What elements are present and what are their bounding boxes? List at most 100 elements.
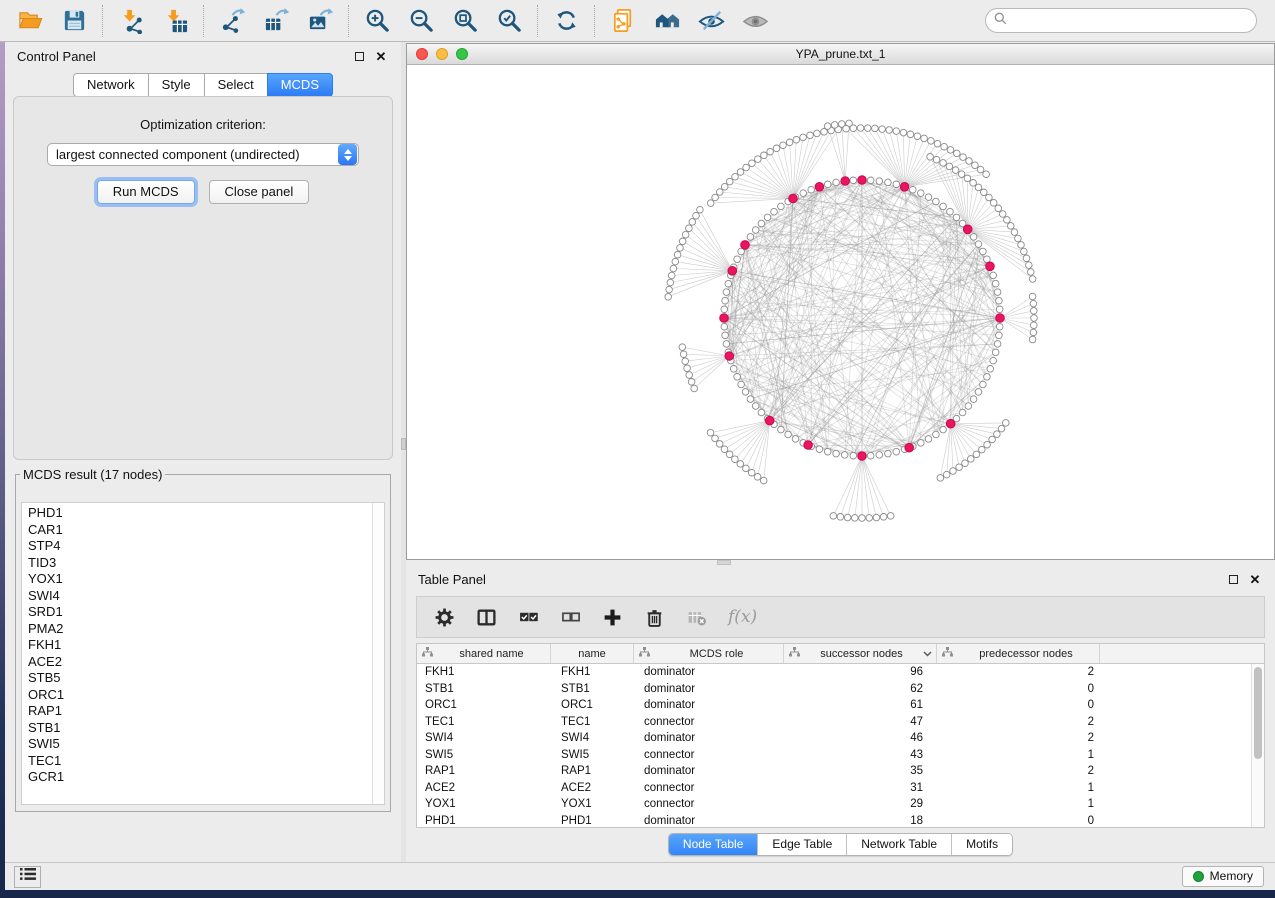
network-node[interactable] xyxy=(943,471,950,478)
table-scrollbar[interactable] xyxy=(1251,664,1264,827)
network-node[interactable] xyxy=(752,227,759,234)
network-node[interactable] xyxy=(780,142,787,149)
mcds-result-item[interactable]: CAR1 xyxy=(28,522,384,539)
network-node[interactable] xyxy=(824,123,831,130)
network-node[interactable] xyxy=(850,452,857,459)
network-node[interactable] xyxy=(786,139,793,146)
network-node[interactable] xyxy=(852,515,859,522)
network-node[interactable] xyxy=(933,431,940,438)
network-node[interactable] xyxy=(893,128,900,135)
network-node[interactable] xyxy=(927,154,934,161)
network-node[interactable] xyxy=(677,245,684,252)
network-node[interactable] xyxy=(900,129,907,136)
network-node[interactable] xyxy=(697,206,704,213)
network-node[interactable] xyxy=(773,145,780,152)
network-dominator-node[interactable] xyxy=(725,352,734,361)
network-node[interactable] xyxy=(999,211,1006,218)
tab-network-table[interactable]: Network Table xyxy=(847,834,952,855)
zoom-selected-icon[interactable] xyxy=(494,6,524,36)
network-node[interactable] xyxy=(989,436,996,443)
network-node[interactable] xyxy=(866,515,873,522)
network-dominator-node[interactable] xyxy=(804,441,813,450)
network-node[interactable] xyxy=(925,436,932,443)
network-node[interactable] xyxy=(771,208,778,215)
network-node[interactable] xyxy=(1029,293,1036,300)
network-node[interactable] xyxy=(876,452,883,459)
network-node[interactable] xyxy=(983,171,990,178)
network-node[interactable] xyxy=(940,203,947,210)
network-node[interactable] xyxy=(721,323,728,330)
network-node[interactable] xyxy=(996,306,1003,313)
mcds-result-item[interactable]: PHD1 xyxy=(28,505,384,522)
network-node[interactable] xyxy=(994,289,1001,296)
mcds-list-scrollbar[interactable] xyxy=(372,503,384,804)
network-node[interactable] xyxy=(814,130,821,137)
network-node[interactable] xyxy=(682,231,689,238)
network-node[interactable] xyxy=(686,372,693,379)
tab-select[interactable]: Select xyxy=(204,73,268,97)
network-node[interactable] xyxy=(921,135,928,142)
import-table-icon[interactable] xyxy=(160,6,190,36)
network-node[interactable] xyxy=(721,446,728,453)
network-node[interactable] xyxy=(778,203,785,210)
network-node[interactable] xyxy=(953,214,960,221)
network-node[interactable] xyxy=(761,152,768,159)
network-dominator-node[interactable] xyxy=(858,176,867,185)
network-node[interactable] xyxy=(747,234,754,241)
network-node[interactable] xyxy=(996,323,1003,330)
network-node[interactable] xyxy=(867,177,874,184)
network-node[interactable] xyxy=(937,475,944,482)
network-node[interactable] xyxy=(743,465,750,472)
table-row[interactable]: ORC1ORC1dominator610 xyxy=(417,697,1251,714)
mcds-result-item[interactable]: TID3 xyxy=(28,555,384,572)
network-node[interactable] xyxy=(760,477,767,484)
network-dominator-node[interactable] xyxy=(946,419,955,428)
network-node[interactable] xyxy=(679,238,686,245)
network-node[interactable] xyxy=(918,190,925,197)
network-node[interactable] xyxy=(738,381,745,388)
network-node[interactable] xyxy=(996,297,1003,304)
network-node[interactable] xyxy=(792,436,799,443)
network-node[interactable] xyxy=(947,147,954,154)
close-panel-button[interactable]: Close panel xyxy=(209,180,310,204)
show-columns-icon[interactable] xyxy=(476,605,497,629)
mcds-result-list[interactable]: PHD1CAR1STP4TID3YOX1SWI4SRD1PMA2FKH1ACE2… xyxy=(21,502,385,805)
table-row[interactable]: SWI4SWI4dominator462 xyxy=(417,730,1251,747)
mcds-result-item[interactable]: ORC1 xyxy=(28,687,384,704)
network-node[interactable] xyxy=(764,214,771,221)
network-node[interactable] xyxy=(1023,255,1030,262)
network-node[interactable] xyxy=(873,514,880,521)
network-node[interactable] xyxy=(886,127,893,134)
network-node[interactable] xyxy=(962,460,969,467)
memory-button[interactable]: Memory xyxy=(1182,866,1264,887)
apply-layout-icon[interactable] xyxy=(551,6,581,36)
network-node[interactable] xyxy=(726,178,733,185)
show-all-icon[interactable] xyxy=(740,6,770,36)
network-node[interactable] xyxy=(707,200,714,207)
table-row[interactable]: TEC1TEC1connector472 xyxy=(417,714,1251,731)
network-node[interactable] xyxy=(722,297,729,304)
network-node[interactable] xyxy=(965,403,972,410)
network-node[interactable] xyxy=(688,379,695,386)
network-node[interactable] xyxy=(686,225,693,232)
network-node[interactable] xyxy=(940,160,947,167)
network-node[interactable] xyxy=(816,446,823,453)
table-row[interactable]: FKH1FKH1dominator962 xyxy=(417,664,1251,681)
network-node[interactable] xyxy=(689,219,696,226)
network-node[interactable] xyxy=(956,464,963,471)
network-node[interactable] xyxy=(667,279,674,286)
add-column-icon[interactable] xyxy=(602,605,623,629)
network-node[interactable] xyxy=(994,341,1001,348)
network-node[interactable] xyxy=(975,389,982,396)
network-node[interactable] xyxy=(1031,322,1038,329)
network-node[interactable] xyxy=(680,351,687,358)
network-node[interactable] xyxy=(723,289,730,296)
network-node[interactable] xyxy=(707,429,714,436)
network-node[interactable] xyxy=(1029,276,1036,283)
network-node[interactable] xyxy=(973,451,980,458)
network-node[interactable] xyxy=(995,205,1002,212)
export-network-icon[interactable] xyxy=(217,6,247,36)
network-node[interactable] xyxy=(907,131,914,138)
network-node[interactable] xyxy=(970,234,977,241)
network-node[interactable] xyxy=(946,163,953,170)
